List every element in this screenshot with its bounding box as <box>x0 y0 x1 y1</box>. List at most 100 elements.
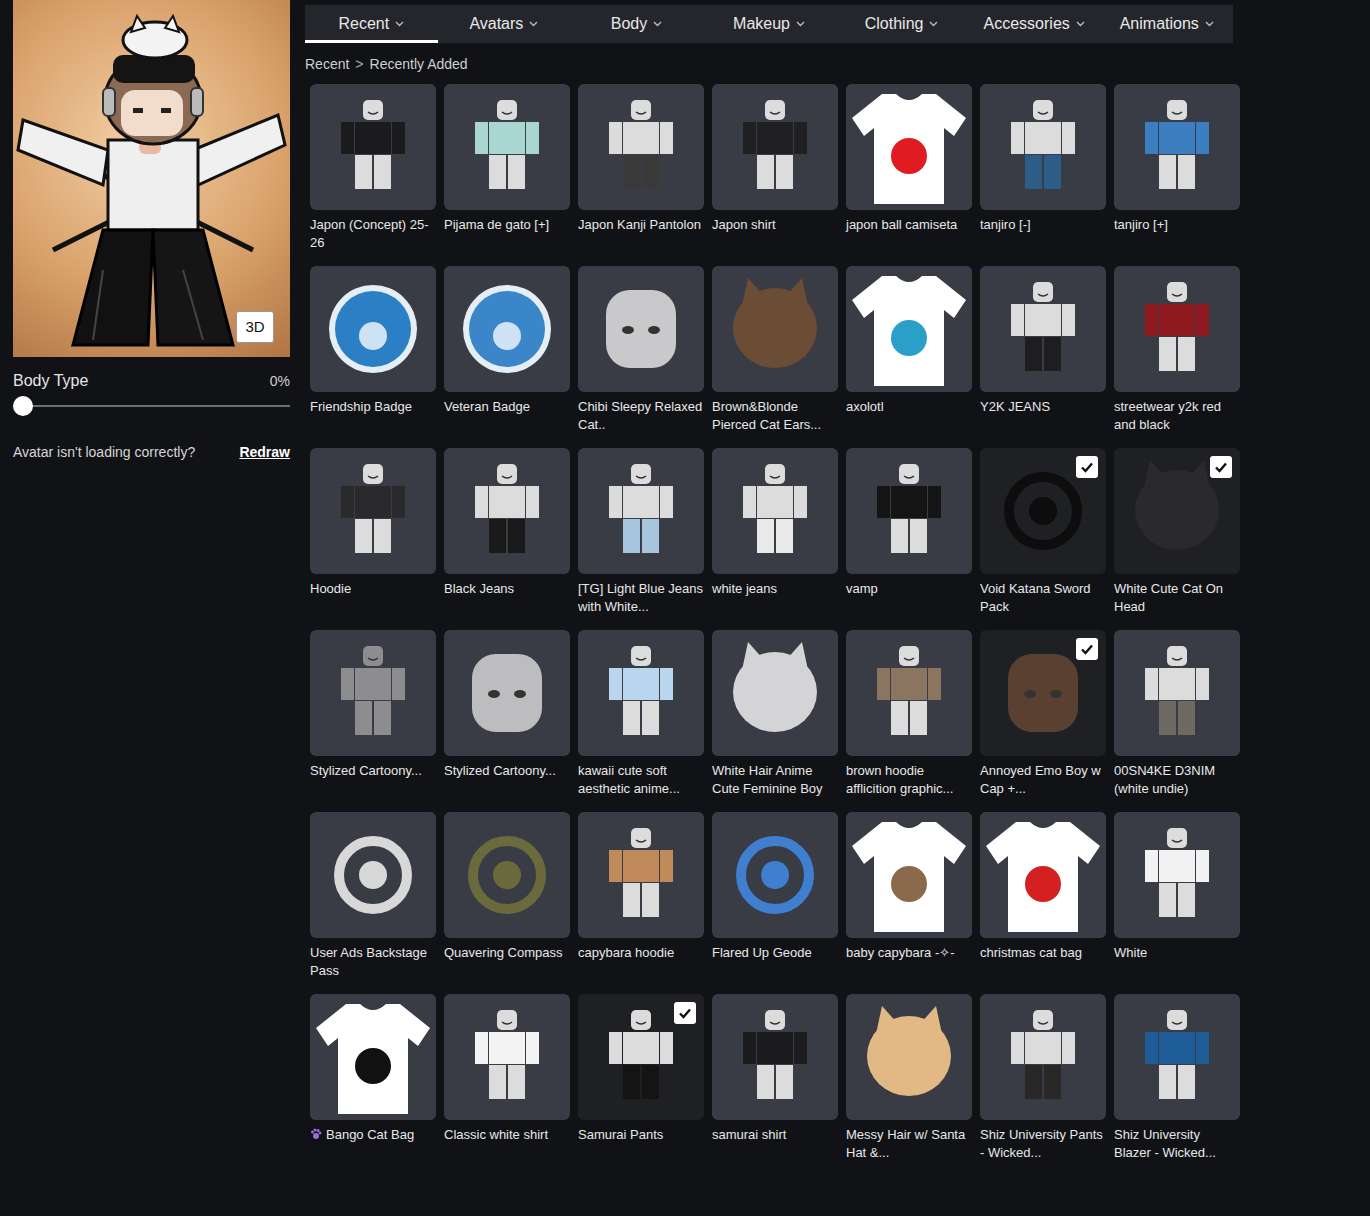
item-thumbnail[interactable] <box>578 448 704 574</box>
item-card[interactable]: 00SN4KE D3NIM (white undie) <box>1114 630 1240 798</box>
item-card[interactable]: tanjiro [+] <box>1114 84 1240 252</box>
item-thumbnail[interactable] <box>578 84 704 210</box>
item-card[interactable]: Quavering Compass <box>444 812 570 980</box>
item-thumbnail[interactable] <box>1114 994 1240 1120</box>
item-card[interactable]: japon ball camiseta <box>846 84 972 252</box>
item-thumbnail[interactable] <box>1114 84 1240 210</box>
item-thumbnail[interactable] <box>712 630 838 756</box>
item-thumbnail[interactable] <box>444 812 570 938</box>
item-thumbnail[interactable] <box>712 266 838 392</box>
check-icon[interactable] <box>1076 456 1098 478</box>
item-thumbnail[interactable] <box>578 812 704 938</box>
item-thumbnail[interactable] <box>846 266 972 392</box>
item-card[interactable]: streetwear y2k red and black <box>1114 266 1240 434</box>
avatar-preview[interactable]: 3D <box>13 0 290 357</box>
item-card[interactable]: Chibi Sleepy Relaxed Cat.. <box>578 266 704 434</box>
item-thumbnail[interactable] <box>578 266 704 392</box>
item-card[interactable]: Annoyed Emo Boy w Cap +... <box>980 630 1106 798</box>
item-card[interactable]: christmas cat bag <box>980 812 1106 980</box>
item-card[interactable]: kawaii cute soft aesthetic anime... <box>578 630 704 798</box>
tab[interactable]: Accessories <box>968 5 1101 43</box>
item-card[interactable]: White Cute Cat On Head <box>1114 448 1240 616</box>
item-thumbnail[interactable] <box>712 994 838 1120</box>
item-thumbnail[interactable] <box>846 84 972 210</box>
item-thumbnail[interactable] <box>712 812 838 938</box>
item-card[interactable]: White <box>1114 812 1240 980</box>
redraw-link[interactable]: Redraw <box>239 443 290 461</box>
breadcrumb-item[interactable]: Recent <box>305 55 349 73</box>
item-thumbnail[interactable] <box>980 812 1106 938</box>
item-card[interactable]: Stylized Cartoony... <box>310 630 436 798</box>
check-icon[interactable] <box>674 1002 696 1024</box>
item-thumbnail[interactable] <box>712 84 838 210</box>
item-card[interactable]: Void Katana Sword Pack <box>980 448 1106 616</box>
item-card[interactable]: vamp <box>846 448 972 616</box>
body-type-slider[interactable] <box>13 405 290 407</box>
item-card[interactable]: baby capybara -✧- <box>846 812 972 980</box>
item-card[interactable]: Stylized Cartoony... <box>444 630 570 798</box>
check-icon[interactable] <box>1076 638 1098 660</box>
item-thumbnail[interactable] <box>846 448 972 574</box>
item-thumbnail[interactable] <box>1114 448 1240 574</box>
item-card[interactable]: Hoodie <box>310 448 436 616</box>
item-thumbnail[interactable] <box>846 812 972 938</box>
item-card[interactable]: User Ads Backstage Pass <box>310 812 436 980</box>
tab[interactable]: Recent <box>305 5 438 43</box>
tab[interactable]: Makeup <box>703 5 836 43</box>
item-card[interactable]: capybara hoodie <box>578 812 704 980</box>
item-thumbnail[interactable] <box>310 812 436 938</box>
item-thumbnail[interactable] <box>712 448 838 574</box>
item-thumbnail[interactable] <box>444 84 570 210</box>
item-thumbnail[interactable] <box>846 630 972 756</box>
tab[interactable]: Avatars <box>438 5 571 43</box>
item-thumbnail[interactable] <box>310 448 436 574</box>
item-thumbnail[interactable] <box>444 266 570 392</box>
item-thumbnail[interactable] <box>310 84 436 210</box>
item-card[interactable]: tanjiro [-] <box>980 84 1106 252</box>
3d-button[interactable]: 3D <box>236 311 274 343</box>
item-card[interactable]: Japon Kanji Pantolon <box>578 84 704 252</box>
item-card[interactable]: Classic white shirt <box>444 994 570 1162</box>
item-card[interactable]: Pijama de gato [+] <box>444 84 570 252</box>
item-thumbnail[interactable] <box>980 448 1106 574</box>
item-thumbnail[interactable] <box>1114 812 1240 938</box>
breadcrumb-item[interactable]: Recently Added <box>370 55 468 73</box>
item-thumbnail[interactable] <box>578 630 704 756</box>
item-card[interactable]: Messy Hair w/ Santa Hat &... <box>846 994 972 1162</box>
item-thumbnail[interactable] <box>980 630 1106 756</box>
item-thumbnail[interactable] <box>980 266 1106 392</box>
item-thumbnail[interactable] <box>980 994 1106 1120</box>
item-card[interactable]: [TG] Light Blue Jeans with White... <box>578 448 704 616</box>
item-card[interactable]: Shiz University Blazer - Wicked... <box>1114 994 1240 1162</box>
item-card[interactable]: white jeans <box>712 448 838 616</box>
item-thumbnail[interactable] <box>1114 266 1240 392</box>
item-card[interactable]: Shiz University Pants - Wicked... <box>980 994 1106 1162</box>
item-card[interactable]: Japon shirt <box>712 84 838 252</box>
item-card[interactable]: Friendship Badge <box>310 266 436 434</box>
item-card[interactable]: Black Jeans <box>444 448 570 616</box>
item-card[interactable]: samurai shirt <box>712 994 838 1162</box>
tab[interactable]: Clothing <box>835 5 968 43</box>
item-thumbnail[interactable] <box>846 994 972 1120</box>
item-thumbnail[interactable] <box>980 84 1106 210</box>
body-type-knob[interactable] <box>13 396 33 416</box>
item-thumbnail[interactable] <box>1114 630 1240 756</box>
item-thumbnail[interactable] <box>310 630 436 756</box>
item-thumbnail[interactable] <box>310 994 436 1120</box>
item-card[interactable]: White Hair Anime Cute Feminine Boy <box>712 630 838 798</box>
item-card[interactable]: Samurai Pants <box>578 994 704 1162</box>
item-card[interactable]: Y2K JEANS <box>980 266 1106 434</box>
item-thumbnail[interactable] <box>444 630 570 756</box>
item-thumbnail[interactable] <box>578 994 704 1120</box>
item-card[interactable]: axolotl <box>846 266 972 434</box>
check-icon[interactable] <box>1210 456 1232 478</box>
tab[interactable]: Animations <box>1100 5 1233 43</box>
item-thumbnail[interactable] <box>444 448 570 574</box>
item-thumbnail[interactable] <box>444 994 570 1120</box>
item-card[interactable]: Flared Up Geode <box>712 812 838 980</box>
item-card[interactable]: brown hoodie afflicition graphic... <box>846 630 972 798</box>
tab[interactable]: Body <box>570 5 703 43</box>
item-card[interactable]: Veteran Badge <box>444 266 570 434</box>
item-card[interactable]: Brown&Blonde Pierced Cat Ears... <box>712 266 838 434</box>
item-card[interactable]: Japon (Concept) 25-26 <box>310 84 436 252</box>
